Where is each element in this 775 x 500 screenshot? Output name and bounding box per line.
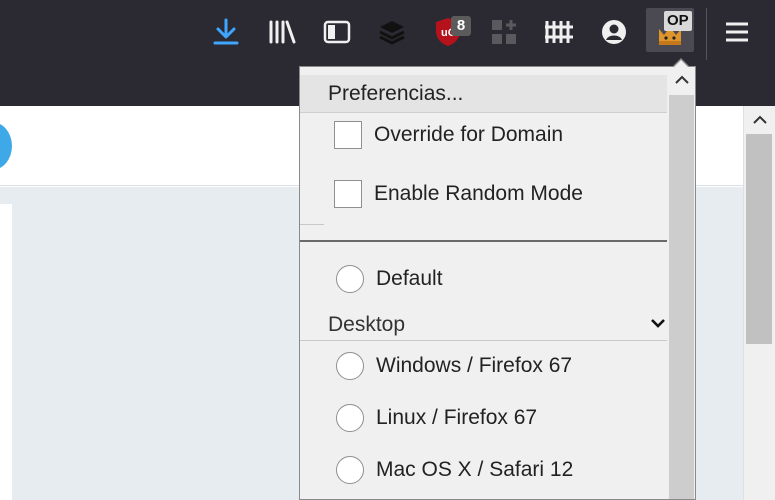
popup-arrow-inner xyxy=(673,60,689,68)
sidebar-icon xyxy=(323,20,351,44)
option-radio[interactable] xyxy=(336,404,364,432)
popup-scrollbar[interactable] xyxy=(667,67,695,499)
override-domain-checkbox[interactable] xyxy=(334,121,362,149)
sidebar-button[interactable] xyxy=(317,12,357,52)
account-icon xyxy=(602,20,626,44)
downloads-button[interactable] xyxy=(206,12,246,52)
random-mode-checkbox[interactable] xyxy=(334,180,362,208)
user-agent-popup: Preferencias... Override for Domain Enab… xyxy=(299,66,696,500)
random-mode-row[interactable]: Enable Random Mode xyxy=(334,179,583,209)
download-icon xyxy=(213,18,239,45)
override-domain-row[interactable]: Override for Domain xyxy=(334,120,563,150)
library-button[interactable] xyxy=(262,12,302,52)
default-radio[interactable] xyxy=(336,265,364,293)
chevron-up-icon xyxy=(752,115,767,124)
option-radio[interactable] xyxy=(336,352,364,380)
popup-scrollbar-thumb[interactable] xyxy=(669,95,694,499)
popup-scroll-up-button[interactable] xyxy=(667,67,695,93)
option-row[interactable]: Mac OS X / Safari 12 xyxy=(336,455,573,485)
page-logo-circle[interactable] xyxy=(0,122,12,170)
ublock-badge: 8 xyxy=(451,16,471,36)
short-divider xyxy=(300,224,324,225)
bars-icon xyxy=(545,21,573,43)
menu-button[interactable] xyxy=(717,12,757,52)
chevron-down-icon xyxy=(651,319,665,328)
ua-badge: OP xyxy=(664,11,692,31)
section-divider xyxy=(300,240,667,242)
option-label: Linux / Firefox 67 xyxy=(376,406,538,429)
desktop-section-header[interactable]: Desktop xyxy=(300,311,667,341)
option-label: Mac OS X / Safari 12 xyxy=(376,458,574,481)
extension-bars-button[interactable] xyxy=(539,12,579,52)
layers-extension-button[interactable] xyxy=(372,12,412,52)
page-side-panel xyxy=(0,204,12,500)
option-label: Windows / Firefox 67 xyxy=(376,354,573,377)
option-radio[interactable] xyxy=(336,456,364,484)
user-agent-extension-button[interactable]: OP xyxy=(646,8,694,52)
page-scroll-up-button[interactable] xyxy=(744,106,775,134)
grid-plus-icon xyxy=(492,20,516,44)
section-title: Desktop xyxy=(328,313,406,336)
page-scrollbar-thumb[interactable] xyxy=(746,134,772,344)
browser-toolbar: uO 8 OP xyxy=(0,0,775,66)
ublock-button[interactable]: uO 8 xyxy=(428,12,471,52)
chevron-up-icon xyxy=(674,75,689,84)
page-scrollbar[interactable] xyxy=(743,106,775,500)
default-option-row[interactable]: Default xyxy=(336,264,443,294)
extension-puzzle-button[interactable] xyxy=(484,12,524,52)
option-row[interactable]: Windows / Firefox 67 xyxy=(336,351,572,381)
preferences-item[interactable]: Preferencias... xyxy=(300,75,667,113)
account-button[interactable] xyxy=(594,12,634,52)
library-icon xyxy=(269,20,296,44)
option-row[interactable]: Linux / Firefox 67 xyxy=(336,403,537,433)
override-domain-label: Override for Domain xyxy=(374,123,564,146)
hamburger-icon xyxy=(726,22,748,42)
toolbar-divider xyxy=(706,8,707,60)
default-label: Default xyxy=(376,267,443,290)
random-mode-label: Enable Random Mode xyxy=(374,182,583,205)
layers-icon xyxy=(379,21,405,45)
